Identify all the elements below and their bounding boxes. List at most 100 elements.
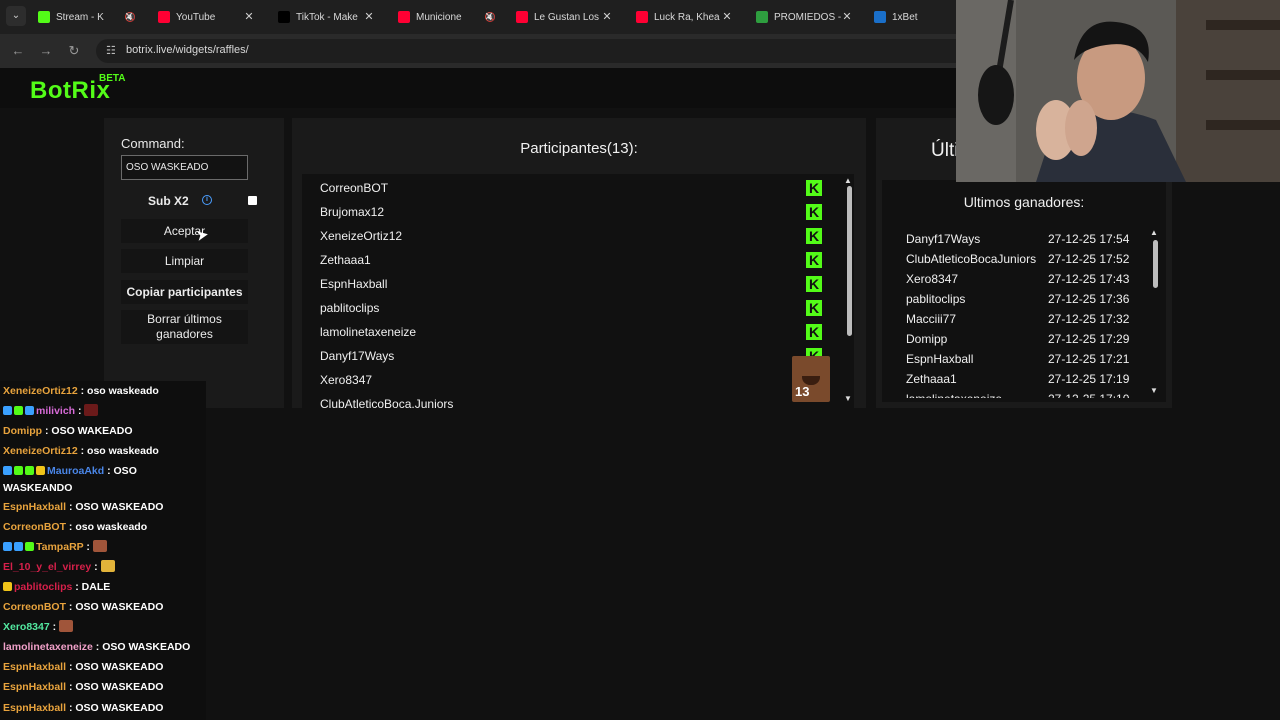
browser-tab[interactable]: TikTok - Make ✕	[270, 4, 382, 30]
screen: ⌄ Stream - K 🔇 ✕ YouTube ✕ TikTok - Make ✕ Muni…	[0, 0, 1280, 720]
chat-message: EspnHaxball : OSO WASKEADO	[3, 499, 203, 515]
chat-username[interactable]: CorreonBOT	[3, 521, 66, 533]
tab-close-icon[interactable]: ✕	[122, 10, 136, 23]
chat-text: : OSO	[104, 465, 137, 478]
chat-text: : OSO WASKEADO	[66, 681, 164, 694]
winner-name: Danyf17Ways	[906, 232, 981, 246]
kick-platform-icon: K	[806, 204, 822, 220]
youtube-favicon	[158, 11, 170, 23]
winner-name: Xero8347	[906, 272, 959, 286]
browser-tab[interactable]: Municione 🔇 ✕	[390, 4, 502, 30]
chat-message: TampaRP :	[3, 539, 203, 555]
participant-item: XeneizeOrtiz12 K	[320, 224, 830, 248]
participant-item: EspnHaxball K	[320, 272, 830, 296]
browser-tab[interactable]: 1xBet	[866, 4, 946, 30]
tab-search-icon[interactable]: ⌄	[6, 6, 26, 26]
winner-time: 27-12-25 17:10	[1048, 392, 1129, 398]
chat-badge-icon	[14, 406, 23, 416]
sub-x2-row: Sub X2 i	[104, 193, 284, 209]
winners-list[interactable]: Danyf17Ways 27-12-25 17:54 ClubAtleticoBoc…	[906, 230, 1146, 398]
youtube-favicon	[516, 11, 528, 23]
participant-item: Zethaaa1 K	[320, 248, 830, 272]
chat-username[interactable]: Domipp	[3, 425, 42, 437]
browser-tab[interactable]: Luck Ra, Khea ✕	[628, 4, 740, 30]
chat-badge-icon	[14, 541, 23, 551]
accept-button[interactable]: Aceptar	[121, 219, 248, 243]
tab-close-icon[interactable]: ✕	[720, 10, 734, 23]
chat-text: : OSO WASKEADO	[66, 701, 164, 714]
browser-tab[interactable]: Stream - K 🔇 ✕	[30, 4, 142, 30]
chat-message: XeneizeOrtiz12 : oso waskeado	[3, 383, 203, 399]
chat-message: milivich :	[3, 403, 203, 419]
tab-close-icon[interactable]: ✕	[600, 10, 614, 23]
tab-close-icon[interactable]: ✕	[242, 10, 256, 23]
chat-username[interactable]: El_10_y_el_virrey	[3, 561, 91, 573]
winner-name: ClubAtleticoBocaJuniors	[906, 252, 1037, 266]
back-arrow-icon[interactable]: ←	[8, 41, 28, 61]
chat-username[interactable]: EspnHaxball	[3, 681, 66, 693]
participants-scrollbar[interactable]	[847, 186, 852, 336]
chat-username[interactable]: EspnHaxball	[3, 661, 66, 673]
clear-button[interactable]: Limpiar	[121, 249, 248, 273]
chat-username[interactable]: MauroaAkd	[47, 465, 104, 477]
chat-username[interactable]: milivich	[36, 405, 75, 417]
tab-title: Stream - K	[56, 11, 104, 23]
chat-text: WASKEANDO	[3, 482, 73, 495]
chat-username[interactable]: XeneizeOrtiz12	[3, 445, 78, 457]
chat-badge-icon	[3, 581, 12, 591]
sub-x2-checkbox[interactable]	[248, 196, 257, 205]
participant-item: ClubAtleticoBoca.Juniors	[320, 392, 830, 408]
chat-username[interactable]: pablitoclips	[14, 581, 72, 593]
browser-tab[interactable]: PROMIEDOS - ✕	[748, 4, 860, 30]
winner-row: lamolinetaxeneize 27-12-25 17:10	[906, 390, 1146, 398]
chat-text: : OSO WASKEADO	[66, 500, 164, 513]
winners-scroll-down-icon[interactable]: ▼	[1150, 386, 1158, 395]
participant-item: Brujomax12 K	[320, 200, 830, 224]
command-panel: Command: OSO WASKEADO Sub X2 i Aceptar L…	[104, 118, 284, 408]
participants-list[interactable]: ClubAtleticoBoca.Juniors Xero8347 Danyf17W…	[302, 174, 854, 408]
tab-close-icon[interactable]: ✕	[362, 10, 376, 23]
copy-participants-button[interactable]: Copiar participantes	[121, 280, 248, 304]
winner-row: Zethaaa1 27-12-25 17:19	[906, 370, 1146, 390]
participant-name: Brujomax12	[320, 205, 385, 219]
chat-username[interactable]: TampaRP	[36, 541, 83, 553]
info-icon[interactable]: i	[202, 195, 212, 205]
tab-close-icon[interactable]: ✕	[840, 10, 854, 23]
scroll-up-icon[interactable]: ▲	[844, 176, 852, 185]
forward-arrow-icon[interactable]: →	[36, 41, 56, 61]
tab-close-icon[interactable]: ✕	[482, 10, 496, 23]
winner-name: Macciii77	[906, 312, 957, 326]
scroll-down-icon[interactable]: ▼	[844, 394, 852, 403]
participant-name: Zethaaa1	[320, 253, 371, 267]
chat-badge-icon	[3, 406, 12, 416]
chat-message: WASKEANDO	[3, 480, 203, 496]
webcam-image	[956, 0, 1280, 182]
browser-tab[interactable]: Le Gustan Los ✕	[508, 4, 620, 30]
chat-text: : OSO WASKEADO	[66, 601, 164, 613]
site-settings-icon[interactable]: ☷	[106, 45, 118, 57]
winner-time: 27-12-25 17:36	[1048, 292, 1130, 306]
chat-username[interactable]: lamolinetaxeneize	[3, 641, 93, 653]
chat-username[interactable]: EspnHaxball	[3, 501, 66, 513]
chat-username[interactable]: CorreonBOT	[3, 601, 66, 613]
chat-badge-icon	[25, 466, 34, 476]
chat-username[interactable]: EspnHaxball	[3, 702, 66, 714]
chat-username[interactable]: XeneizeOrtiz12	[3, 385, 78, 397]
winners-box: Ultimos ganadores: Danyf17Ways 27-12-25 1…	[882, 180, 1166, 402]
chat-username[interactable]: Xero8347	[3, 621, 50, 633]
kick-platform-icon: K	[806, 180, 822, 196]
face-emote-icon: 13	[792, 356, 830, 402]
winner-name: lamolinetaxeneize	[906, 392, 1002, 398]
kick-platform-icon: K	[806, 252, 822, 268]
browser-tab[interactable]: YouTube ✕	[150, 4, 262, 30]
winners-scrollbar[interactable]	[1153, 240, 1158, 288]
clear-winners-button[interactable]: Borrar últimos ganadores	[121, 310, 248, 344]
kick-platform-icon: K	[806, 276, 822, 292]
youtube-favicon	[636, 11, 648, 23]
winner-row: EspnHaxball 27-12-25 17:21	[906, 350, 1146, 370]
reload-icon[interactable]: ↻	[64, 41, 84, 61]
winners-scroll-up-icon[interactable]: ▲	[1150, 228, 1158, 237]
command-input[interactable]: OSO WASKEADO	[121, 155, 248, 180]
winner-name: EspnHaxball	[906, 352, 974, 366]
participant-item: lamolinetaxeneize K	[320, 320, 830, 344]
